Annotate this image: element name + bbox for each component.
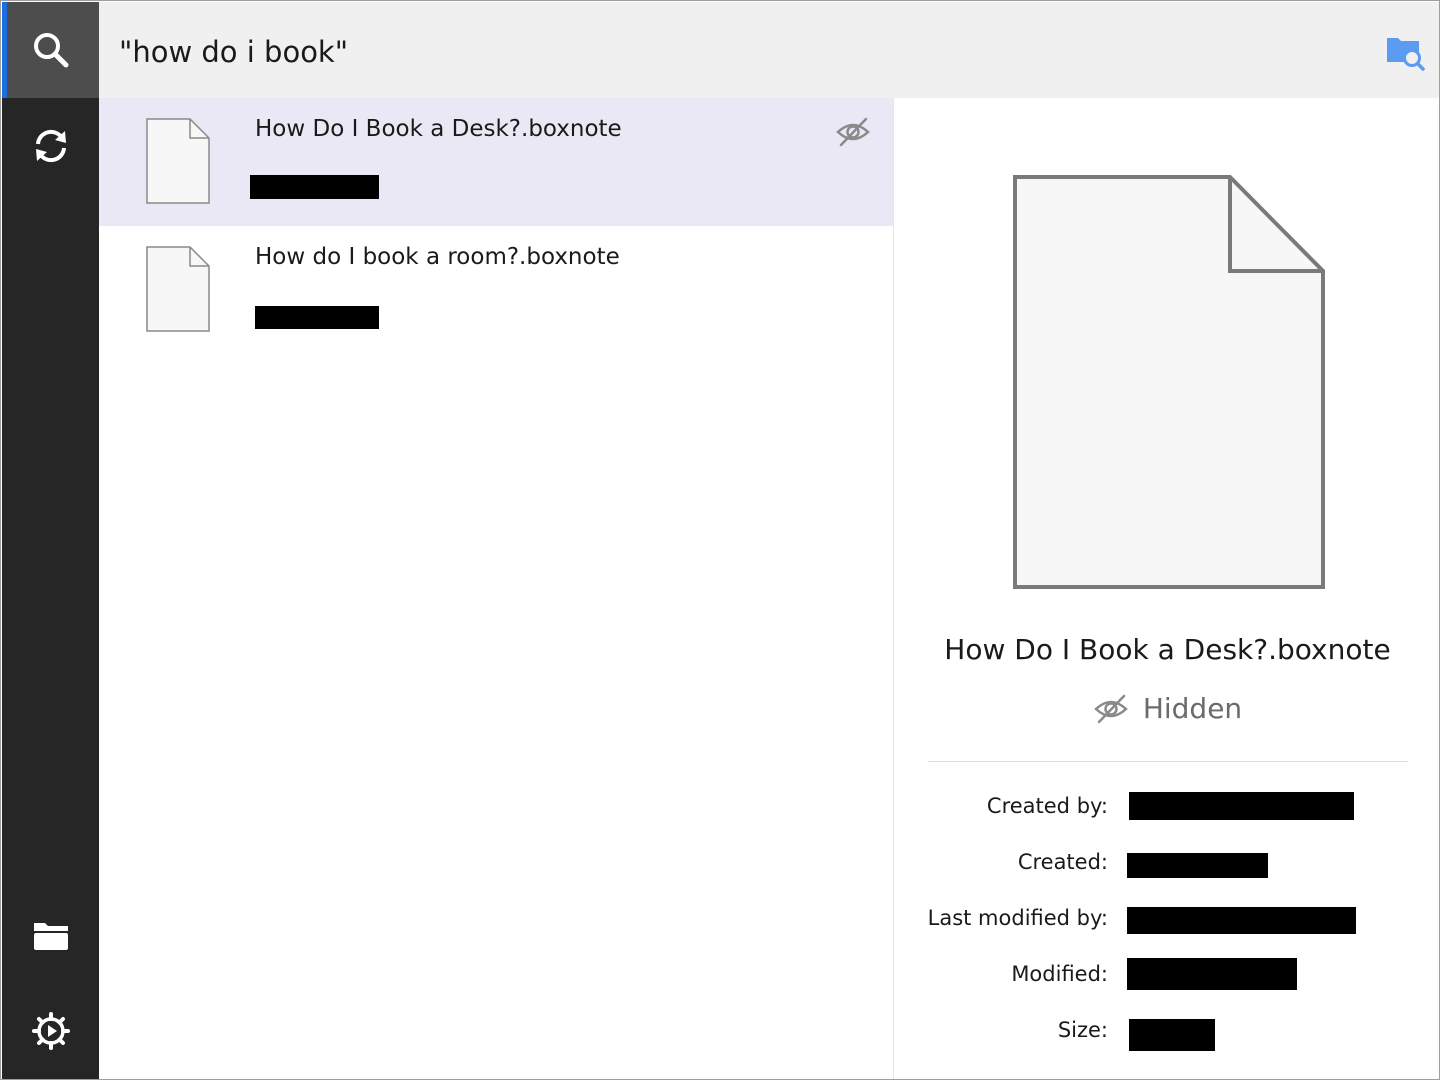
search-bar	[99, 2, 1439, 98]
last-modified-by-value	[1127, 907, 1356, 934]
created-label: Created:	[1017, 850, 1108, 874]
created-by-label: Created by:	[986, 794, 1108, 818]
sync-icon	[35, 129, 66, 163]
settings-gear-icon	[31, 1012, 70, 1050]
size-value	[1129, 1019, 1215, 1051]
modified-value	[1127, 958, 1297, 990]
results-list: How Do I Book a Desk?.boxnote How do I b…	[99, 98, 893, 1079]
created-value	[1127, 853, 1268, 878]
modified-label: Modified:	[1011, 962, 1108, 986]
file-preview-icon	[1013, 175, 1325, 589]
file-icon	[146, 118, 210, 204]
details-pane: How Do I Book a Desk?.boxnote Hidden Cre…	[893, 98, 1439, 1079]
result-title: How Do I Book a Desk?.boxnote	[255, 116, 622, 142]
search-input[interactable]	[119, 30, 1319, 74]
sidebar-item-search[interactable]	[2, 2, 99, 98]
sidebar-item-sync[interactable]	[2, 98, 99, 194]
folder-search-icon[interactable]	[1385, 32, 1425, 72]
hidden-status-label: Hidden	[1142, 692, 1243, 725]
divider	[928, 761, 1408, 762]
sidebar	[2, 2, 99, 1079]
result-row[interactable]: How Do I Book a Desk?.boxnote	[99, 98, 893, 226]
result-row[interactable]: How do I book a room?.boxnote	[99, 226, 893, 354]
app-window: How Do I Book a Desk?.boxnote How do I b…	[0, 0, 1440, 1080]
folder-icon	[33, 923, 68, 950]
last-modified-by-label: Last modified by:	[927, 906, 1108, 930]
size-label: Size:	[1057, 1018, 1108, 1042]
redacted-path	[255, 306, 379, 329]
hidden-eye-icon	[836, 117, 870, 147]
sidebar-item-folder[interactable]	[2, 887, 99, 983]
detail-file-title: How Do I Book a Desk?.boxnote	[944, 633, 1391, 666]
search-icon	[33, 33, 68, 68]
file-icon	[146, 246, 210, 332]
created-by-value	[1129, 792, 1354, 820]
result-title: How do I book a room?.boxnote	[255, 244, 620, 270]
sidebar-item-settings[interactable]	[2, 983, 99, 1079]
hidden-status: Hidden	[894, 692, 1439, 725]
hidden-eye-icon	[1093, 694, 1128, 723]
redacted-path	[250, 175, 379, 199]
